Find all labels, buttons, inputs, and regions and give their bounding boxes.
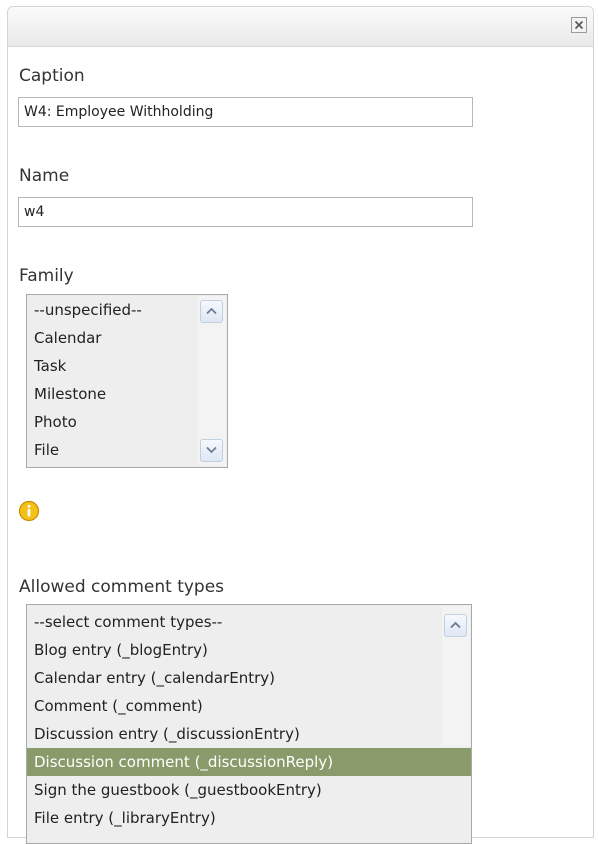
- chevron-down-icon: [206, 446, 217, 454]
- comment-types-options: --select comment types-- Blog entry (_bl…: [27, 608, 471, 832]
- family-listbox[interactable]: --unspecified-- Calendar Task Milestone …: [26, 294, 228, 468]
- dialog-titlebar: [8, 7, 593, 47]
- family-options: --unspecified-- Calendar Task Milestone …: [27, 296, 197, 464]
- family-option[interactable]: Milestone: [27, 380, 197, 408]
- comment-type-option[interactable]: File entry (_libraryEntry): [27, 804, 471, 832]
- name-input[interactable]: w4: [18, 197, 473, 227]
- comment-type-option-selected[interactable]: Discussion comment (_discussionReply): [27, 748, 471, 776]
- family-option[interactable]: --unspecified--: [27, 296, 197, 324]
- family-option[interactable]: Photo: [27, 408, 197, 436]
- family-scroll-up-button[interactable]: [200, 300, 223, 323]
- comment-type-option[interactable]: Calendar entry (_calendarEntry): [27, 664, 471, 692]
- chevron-up-icon: [450, 621, 461, 629]
- caption-input[interactable]: W4: Employee Withholding: [18, 97, 473, 127]
- info-icon[interactable]: [18, 500, 40, 522]
- name-label: Name: [19, 166, 70, 186]
- close-button[interactable]: [571, 17, 587, 33]
- family-option[interactable]: File: [27, 436, 197, 464]
- family-option[interactable]: Task: [27, 352, 197, 380]
- chevron-up-icon: [206, 307, 217, 315]
- comment-type-option[interactable]: Discussion entry (_discussionEntry): [27, 720, 471, 748]
- caption-label: Caption: [19, 66, 85, 86]
- family-scrollbar[interactable]: [198, 296, 226, 466]
- family-scroll-down-button[interactable]: [200, 439, 223, 462]
- comment-types-listbox[interactable]: --select comment types-- Blog entry (_bl…: [26, 604, 472, 844]
- close-icon: [574, 20, 584, 30]
- comment-type-option[interactable]: Comment (_comment): [27, 692, 471, 720]
- family-label: Family: [19, 266, 74, 286]
- family-option[interactable]: Calendar: [27, 324, 197, 352]
- comment-types-scrollbar[interactable]: [442, 606, 470, 746]
- comment-type-option[interactable]: Sign the guestbook (_guestbookEntry): [27, 776, 471, 804]
- comment-types-label: Allowed comment types: [19, 577, 225, 597]
- comment-types-scroll-up-button[interactable]: [444, 614, 467, 637]
- comment-type-option[interactable]: --select comment types--: [27, 608, 471, 636]
- comment-type-option[interactable]: Blog entry (_blogEntry): [27, 636, 471, 664]
